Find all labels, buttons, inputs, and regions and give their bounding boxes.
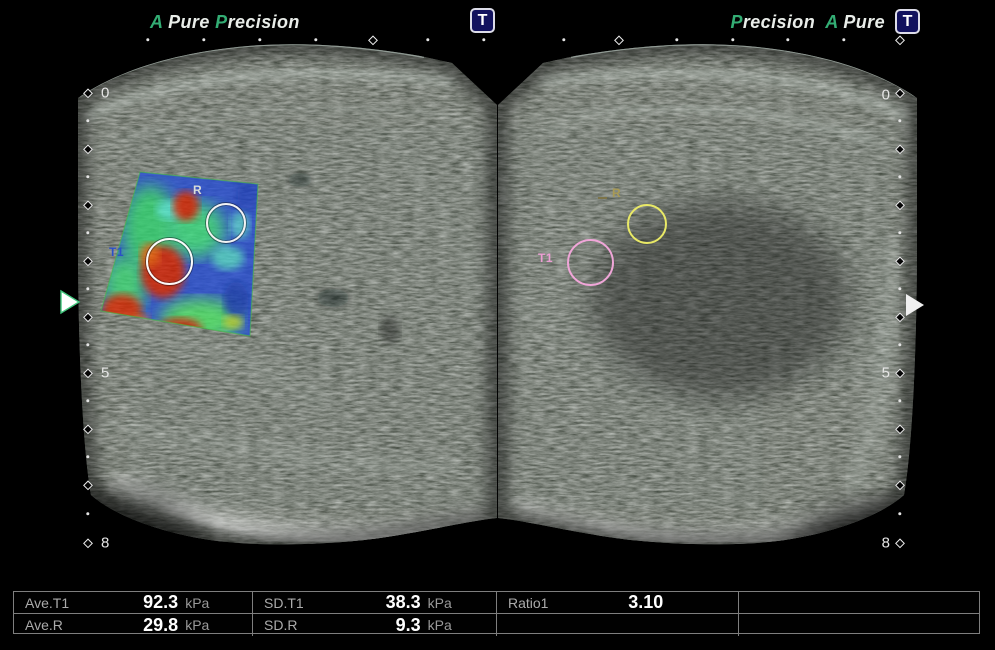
result-value: 29.8: [104, 615, 178, 636]
result-value: 92.3: [104, 592, 178, 613]
result-unit: kPa: [421, 595, 496, 611]
depth-label-right-0: 0: [864, 87, 890, 104]
brand-left-accent-p: P: [215, 12, 227, 32]
brand-right: Precision A Pure: [700, 12, 885, 33]
results-table: Ave.T1 92.3 kPa Ave.R 29.8 kPa SD.T1 38.…: [13, 591, 980, 634]
result-empty-cell: [497, 614, 738, 636]
brand-left-accent-a: A: [150, 12, 163, 32]
brand-left: A Pure Precision: [150, 12, 300, 33]
depth-label-left-0: 0: [101, 85, 109, 102]
result-ratio1: Ratio1 3.10: [497, 592, 738, 614]
result-ave-t1: Ave.T1 92.3 kPa: [14, 592, 252, 614]
t-marker-right-icon: T: [895, 9, 920, 34]
results-section-ratio: Ratio1 3.10: [497, 592, 739, 636]
depth-label-left-8: 8: [101, 535, 109, 552]
roi-label-ref-left: R: [193, 183, 202, 197]
result-unit: kPa: [178, 595, 252, 611]
brand-right-text2: Pure: [838, 12, 885, 32]
result-value: 9.3: [345, 615, 420, 636]
result-value: 3.10: [589, 592, 664, 613]
result-unit: kPa: [178, 617, 252, 633]
results-section-empty: [739, 592, 979, 636]
roi-label-target-left: T1: [109, 245, 124, 259]
result-value: 38.3: [345, 592, 420, 613]
depth-label-left-5: 5: [101, 365, 109, 382]
roi-label-target-right: T1: [538, 251, 553, 265]
result-unit: kPa: [421, 617, 496, 633]
brand-right-accent-p: P: [730, 12, 742, 32]
ultrasound-screen: A Pure Precision Precision A Pure T T 0 …: [0, 0, 995, 650]
brand-right-text1: recision: [743, 12, 825, 32]
brand-right-accent-a: A: [825, 12, 838, 32]
roi-label-ref-right: R: [612, 186, 621, 200]
roi-label-pointer-line: [598, 197, 607, 199]
result-sd-r: SD.R 9.3 kPa: [253, 614, 496, 636]
result-ave-r: Ave.R 29.8 kPa: [14, 614, 252, 636]
brand-left-text1: Pure: [163, 12, 215, 32]
results-section-ave: Ave.T1 92.3 kPa Ave.R 29.8 kPa: [14, 592, 253, 636]
result-sd-t1: SD.T1 38.3 kPa: [253, 592, 496, 614]
roi-circle-ref-left[interactable]: [206, 203, 246, 243]
roi-circle-target-left[interactable]: [146, 238, 193, 285]
result-label: Ave.R: [14, 617, 104, 633]
result-empty-cell: [739, 614, 979, 636]
t-marker-left-icon: T: [470, 8, 495, 33]
roi-circle-target-right[interactable]: [567, 239, 614, 286]
roi-circle-ref-right[interactable]: [627, 204, 667, 244]
depth-label-right-5: 5: [864, 365, 890, 382]
results-section-sd: SD.T1 38.3 kPa SD.R 9.3 kPa: [253, 592, 497, 636]
result-label: Ave.T1: [14, 595, 104, 611]
result-label: SD.R: [253, 617, 345, 633]
result-label: Ratio1: [497, 595, 589, 611]
result-empty-cell: [739, 592, 979, 614]
brand-left-text2: recision: [228, 12, 300, 32]
scan-area: [0, 0, 995, 650]
result-label: SD.T1: [253, 595, 345, 611]
depth-label-right-8: 8: [864, 535, 890, 552]
